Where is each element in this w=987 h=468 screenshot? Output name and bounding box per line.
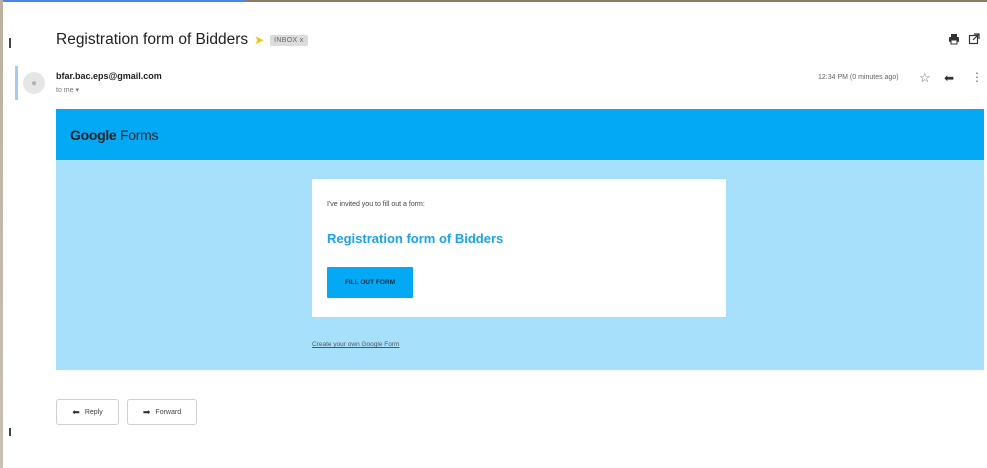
print-icon[interactable] — [948, 33, 960, 45]
create-google-form-link[interactable]: Create your own Google Form — [312, 341, 399, 348]
email-subject: Registration form of Bidders — [56, 31, 249, 48]
avatar[interactable]: ● — [23, 72, 45, 94]
reply-icon[interactable]: ⬅ — [944, 71, 954, 85]
recipient-details-toggle[interactable]: to me ▾ — [56, 86, 79, 94]
inbox-label-chip[interactable]: INBOX x — [270, 34, 308, 46]
form-invite-card: I've invited you to fill out a form: Reg… — [312, 179, 726, 317]
message-timestamp: 12:34 PM (0 minutes ago) — [818, 74, 899, 81]
selected-message-indicator — [15, 66, 18, 100]
google-forms-logo: Google Forms — [70, 127, 159, 143]
reply-icon: ⬅ — [72, 406, 80, 417]
google-forms-body: I've invited you to fill out a form: Reg… — [56, 160, 984, 370]
form-title-link[interactable]: Registration form of Bidders — [327, 231, 503, 246]
fill-out-form-button[interactable]: FILL OUT FORM — [327, 267, 413, 298]
left-edge-marker — [9, 38, 11, 48]
forward-button[interactable]: ➡ Forward — [127, 399, 197, 425]
forward-button-label: Forward — [155, 408, 182, 416]
invite-text: I've invited you to fill out a form: — [327, 201, 425, 208]
star-icon[interactable]: ☆ — [919, 70, 931, 86]
subject-row: Registration form of Bidders ➤ INBOX x — [56, 28, 308, 52]
window-left-border — [0, 0, 3, 468]
sender-email[interactable]: bfar.bac.eps@gmail.com — [56, 71, 162, 81]
popout-icon[interactable] — [968, 33, 980, 45]
reply-button[interactable]: ⬅ Reply — [56, 399, 119, 425]
google-forms-header: Google Forms — [56, 109, 984, 160]
left-edge-marker-bottom — [9, 428, 11, 436]
window-top-accent — [0, 0, 245, 2]
reply-button-label: Reply — [84, 408, 103, 416]
forward-icon: ➡ — [142, 406, 151, 417]
importance-marker-icon[interactable]: ➤ — [254, 33, 264, 47]
person-icon: ● — [30, 77, 38, 89]
more-vert-icon[interactable]: ⋮ — [971, 70, 983, 84]
